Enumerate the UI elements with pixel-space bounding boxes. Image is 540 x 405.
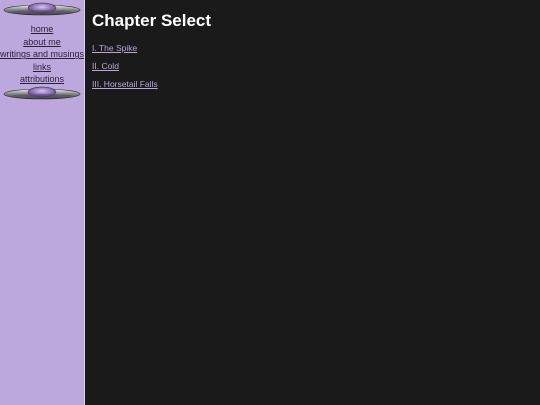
chapter-link-cold[interactable]: II. Cold — [92, 61, 119, 71]
chapter-link-the-spike[interactable]: I. The Spike — [92, 43, 137, 53]
page-title: Chapter Select — [92, 11, 212, 30]
nav-link-about-me[interactable]: about me — [23, 37, 61, 47]
chapter-list: I. The Spike II. Cold III. Horsetail Fal… — [92, 41, 540, 95]
page: home about me writings and musings links… — [0, 0, 540, 405]
nav-link-writings[interactable]: writings and musings — [0, 49, 84, 59]
sidebar: home about me writings and musings links… — [0, 0, 85, 405]
chapter-link-horsetail-falls[interactable]: III. Horsetail Falls — [92, 79, 158, 89]
main-content: Chapter Select I. The Spike II. Cold III… — [92, 10, 540, 95]
nav-link-links[interactable]: links — [33, 62, 51, 72]
sidebar-nav: home about me writings and musings links… — [0, 22, 84, 85]
nav-link-attributions[interactable]: attributions — [20, 74, 64, 84]
metallic-ufo-disc-icon — [3, 2, 81, 16]
metallic-ufo-disc-icon — [3, 86, 81, 100]
nav-link-home[interactable]: home — [31, 24, 54, 34]
